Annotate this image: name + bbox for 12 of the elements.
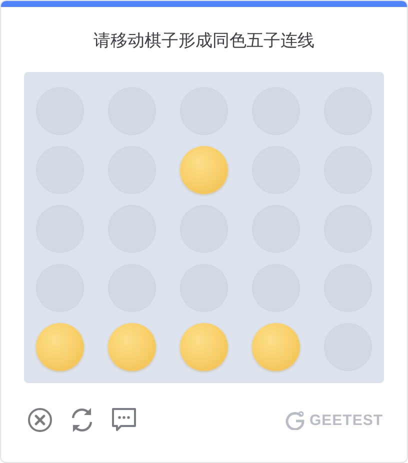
chat-icon bbox=[111, 407, 137, 433]
instruction-title: 请移动棋子形成同色五子连线 bbox=[92, 30, 316, 53]
close-icon bbox=[27, 407, 53, 433]
game-piece[interactable] bbox=[252, 322, 300, 370]
close-button[interactable] bbox=[27, 407, 53, 433]
game-piece[interactable] bbox=[180, 146, 228, 194]
game-piece[interactable] bbox=[180, 322, 228, 370]
game-piece[interactable] bbox=[108, 322, 156, 370]
game-piece[interactable] bbox=[36, 322, 84, 370]
brand-name: GEETEST bbox=[309, 412, 383, 428]
feedback-button[interactable] bbox=[111, 407, 137, 433]
logo-icon bbox=[285, 410, 306, 430]
